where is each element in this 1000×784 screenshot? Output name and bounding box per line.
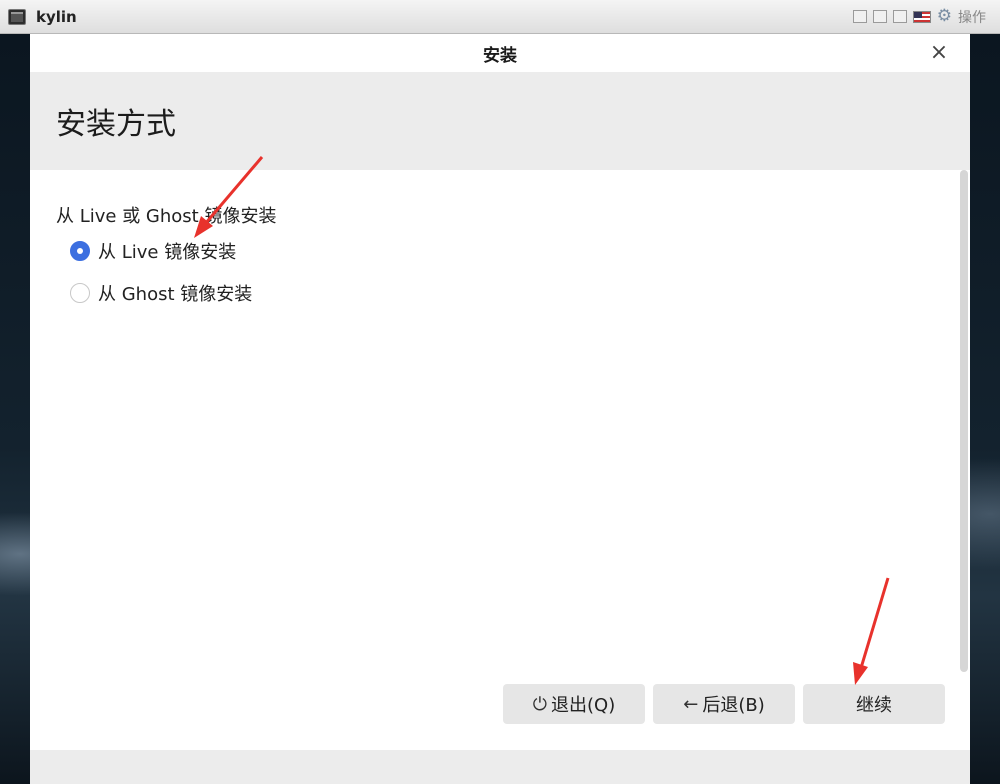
vm-titlebar: kylin ⚙ 操作 [0, 0, 1000, 34]
maximize-icon[interactable] [892, 10, 907, 23]
option-live-image[interactable]: 从 Live 镜像安装 [70, 238, 236, 264]
vm-controls: ⚙ 操作 [852, 7, 986, 27]
option-ghost-image[interactable]: 从 Ghost 镜像安装 [70, 280, 252, 306]
radio-ghost[interactable] [70, 283, 90, 303]
install-source-label: 从 Live 或 Ghost 镜像安装 [56, 206, 277, 227]
arrow-left-icon: ← [683, 693, 699, 715]
quit-button[interactable]: ⏻ 退出(Q) [503, 684, 645, 724]
installer-window: 安装 × 安装方式 从 Live 或 Ghost 镜像安装 从 Live 镜像安… [30, 34, 970, 784]
vm-title: kylin [36, 7, 77, 26]
quit-label: 退出(Q) [551, 695, 616, 716]
operate-menu[interactable]: 操作 [958, 7, 986, 27]
continue-button[interactable]: 继续 [803, 684, 945, 724]
option-ghost-label: 从 Ghost 镜像安装 [98, 284, 253, 305]
back-button[interactable]: ← 后退(B) [653, 684, 795, 724]
restore-icon[interactable] [852, 10, 867, 23]
window-title: 安装 [483, 45, 517, 66]
power-icon: ⏻ [532, 693, 548, 715]
close-icon[interactable]: × [926, 40, 952, 66]
monitor-icon [8, 8, 26, 25]
radio-live[interactable] [70, 241, 90, 261]
us-flag-icon[interactable] [912, 10, 931, 23]
scrollbar[interactable] [960, 170, 968, 672]
page-title: 安装方式 [56, 107, 176, 142]
window-header: 安装 × [30, 34, 970, 72]
gear-icon[interactable]: ⚙ [937, 8, 952, 25]
minimize-icon[interactable] [872, 10, 887, 23]
content-area: 从 Live 或 Ghost 镜像安装 从 Live 镜像安装 从 Ghost … [30, 170, 970, 750]
page-header: 安装方式 [30, 72, 970, 170]
continue-label: 继续 [856, 695, 892, 716]
window-footer [30, 750, 970, 784]
back-label: 后退(B) [702, 695, 765, 716]
option-live-label: 从 Live 镜像安装 [98, 242, 237, 263]
